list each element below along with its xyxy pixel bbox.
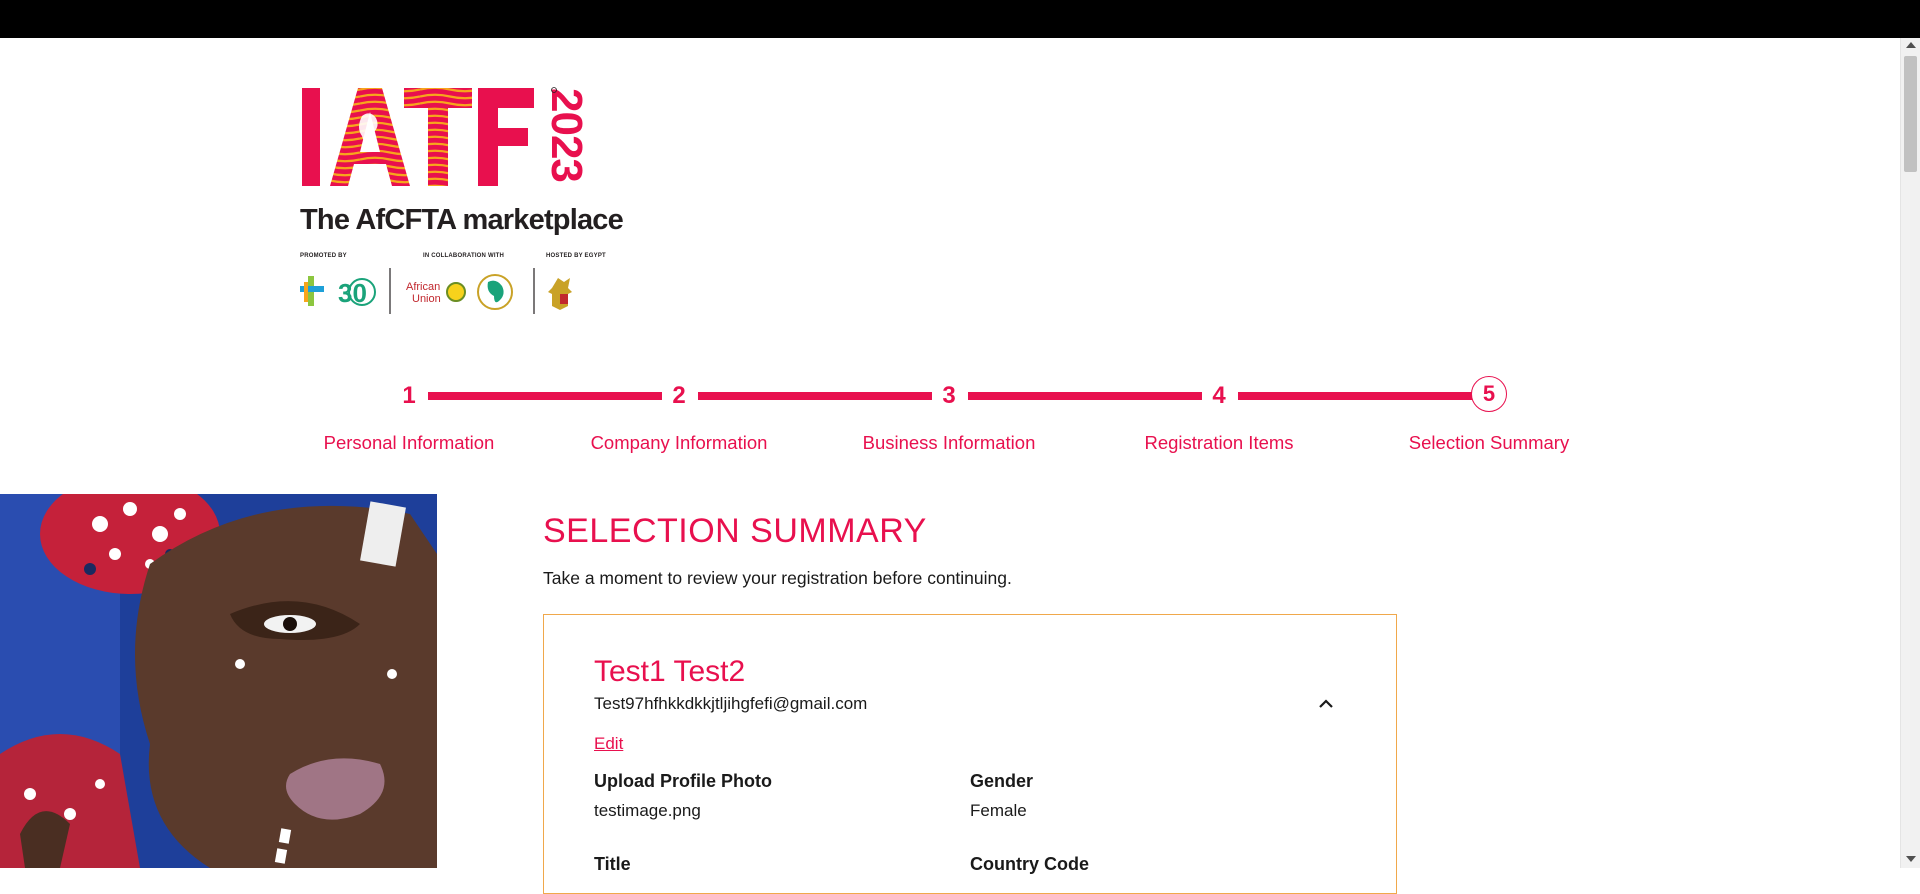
step-3-number[interactable]: 3 bbox=[931, 382, 967, 410]
registrant-email: Test97hfhkkdkkjtljihgfefi@gmail.com bbox=[594, 694, 868, 713]
portrait-image bbox=[0, 494, 437, 868]
promoted-by-label: PROMOTED BY bbox=[300, 253, 347, 259]
step-2-number[interactable]: 2 bbox=[661, 382, 697, 410]
field-label-title: Title bbox=[594, 854, 631, 874]
step-4-label[interactable]: Registration Items bbox=[1144, 432, 1293, 454]
step-3-label[interactable]: Business Information bbox=[863, 432, 1036, 454]
scroll-up-arrow-icon[interactable] bbox=[1906, 42, 1916, 48]
edit-link[interactable]: Edit bbox=[594, 734, 623, 754]
portrait-photo bbox=[0, 494, 437, 868]
step-connector-4-5 bbox=[1238, 392, 1472, 400]
svg-text:African: African bbox=[406, 281, 440, 293]
step-1-label[interactable]: Personal Information bbox=[324, 432, 495, 454]
page-title: SELECTION SUMMARY bbox=[543, 512, 927, 550]
page-intro-text: Take a moment to review your registratio… bbox=[543, 568, 1012, 588]
iatf-logo[interactable]: 2023 The AfCFTA marketplace PROMOTED BY … bbox=[300, 86, 624, 318]
step-connector-2-3 bbox=[698, 392, 932, 400]
step-2-label[interactable]: Company Information bbox=[591, 432, 768, 454]
field-value-profile-photo: testimage.png bbox=[594, 801, 701, 820]
step-connector-3-4 bbox=[968, 392, 1202, 400]
afreximbank-logo-icon bbox=[300, 276, 324, 306]
logo-tagline: The AfCFTA marketplace bbox=[300, 204, 624, 236]
field-label-gender: Gender bbox=[970, 771, 1034, 791]
collaboration-label: IN COLLABORATION WITH bbox=[423, 253, 505, 259]
field-label-profile-photo: Upload Profile Photo bbox=[594, 771, 772, 791]
field-value-gender: Female bbox=[970, 801, 1027, 820]
field-label-country-code: Country Code bbox=[970, 854, 1089, 874]
step-connector-1-2 bbox=[428, 392, 662, 400]
scroll-down-arrow-icon[interactable] bbox=[1906, 856, 1916, 862]
personal-info-summary-card: Test1 Test2 Test97hfhkkdkkjtljihgfefi@gm… bbox=[543, 614, 1397, 894]
iatf-wordmark-logo: 2023 bbox=[302, 87, 591, 186]
step-5-label[interactable]: Selection Summary bbox=[1409, 432, 1569, 454]
registrant-name: Test1 Test2 bbox=[594, 655, 746, 688]
step-5-number-active[interactable]: 5 bbox=[1471, 376, 1507, 412]
egypt-eagle-emblem-icon bbox=[548, 278, 572, 310]
svg-text:Union: Union bbox=[412, 293, 441, 305]
step-1-number[interactable]: 1 bbox=[391, 382, 427, 410]
registration-stepper: 1 2 3 4 5 Personal Information Company I… bbox=[0, 376, 1920, 456]
browser-top-bar bbox=[0, 0, 1920, 38]
partner-logos: 30 African Union bbox=[300, 268, 572, 314]
step-4-number[interactable]: 4 bbox=[1201, 382, 1237, 410]
chevron-up-icon[interactable] bbox=[1314, 695, 1338, 713]
svg-text:2023: 2023 bbox=[542, 88, 591, 182]
hosted-by-label: HOSTED BY EGYPT bbox=[546, 253, 606, 259]
scrollbar-thumb[interactable] bbox=[1904, 56, 1917, 172]
